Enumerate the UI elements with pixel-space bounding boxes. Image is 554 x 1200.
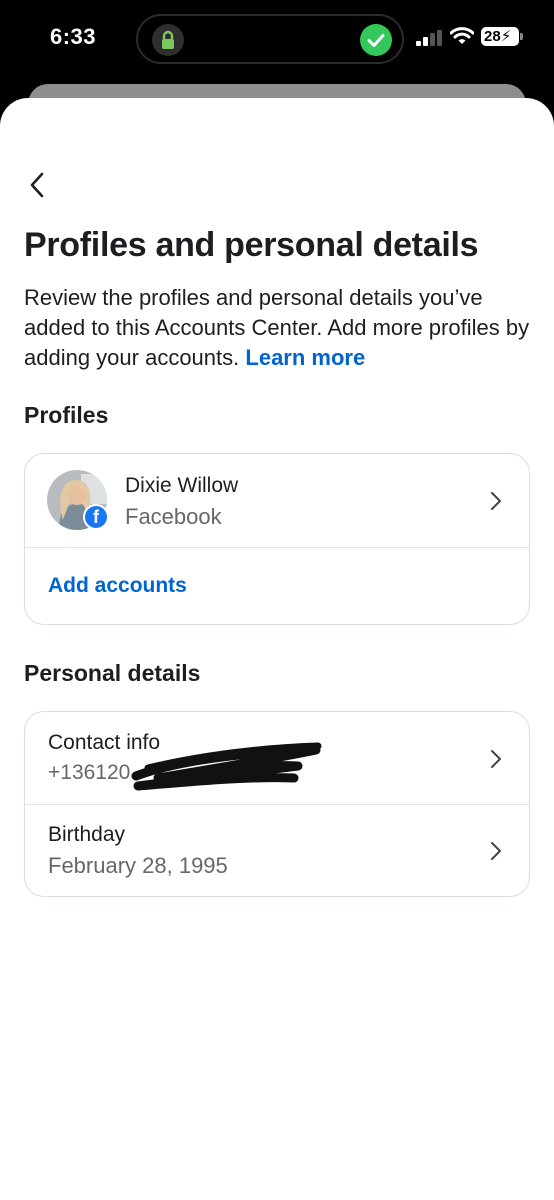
learn-more-link[interactable]: Learn more [245, 345, 365, 370]
chevron-right-icon [491, 842, 501, 860]
chevron-right-icon [491, 750, 501, 768]
chevron-right-icon [491, 492, 501, 510]
check-icon [360, 24, 392, 56]
page-description: Review the profiles and personal details… [24, 283, 534, 373]
profile-platform: Facebook [125, 504, 222, 529]
page-title: Profiles and personal details [24, 226, 479, 264]
profile-name: Dixie Willow [125, 474, 239, 497]
vpn-lock-icon [152, 24, 184, 56]
profile-row[interactable]: f Dixie Willow Facebook [25, 454, 529, 547]
battery-indicator: 28⚡ [481, 27, 519, 46]
status-time: 6:33 [50, 24, 97, 49]
birthday-label: Birthday [48, 823, 126, 846]
battery-cap [520, 33, 523, 40]
personal-details-heading: Personal details [24, 660, 201, 686]
birthday-value: February 28, 1995 [48, 853, 228, 878]
dynamic-island [136, 14, 404, 64]
profiles-card: f Dixie Willow Facebook Add accounts [24, 453, 530, 625]
redaction-scribble [131, 742, 322, 791]
back-button[interactable] [20, 168, 54, 202]
back-arrow-icon [30, 172, 44, 198]
charging-icon: ⚡ [500, 28, 512, 45]
cellular-signal-icon [416, 30, 442, 46]
profiles-heading: Profiles [24, 402, 109, 428]
birthday-row[interactable]: Birthday February 28, 1995 [25, 805, 529, 897]
wifi-icon [450, 27, 474, 44]
facebook-icon: f [83, 504, 109, 530]
battery-level: 28 [484, 28, 501, 45]
contact-info-value: +136120 [48, 761, 131, 784]
add-accounts-link[interactable]: Add accounts [48, 574, 187, 598]
divider [25, 547, 529, 548]
